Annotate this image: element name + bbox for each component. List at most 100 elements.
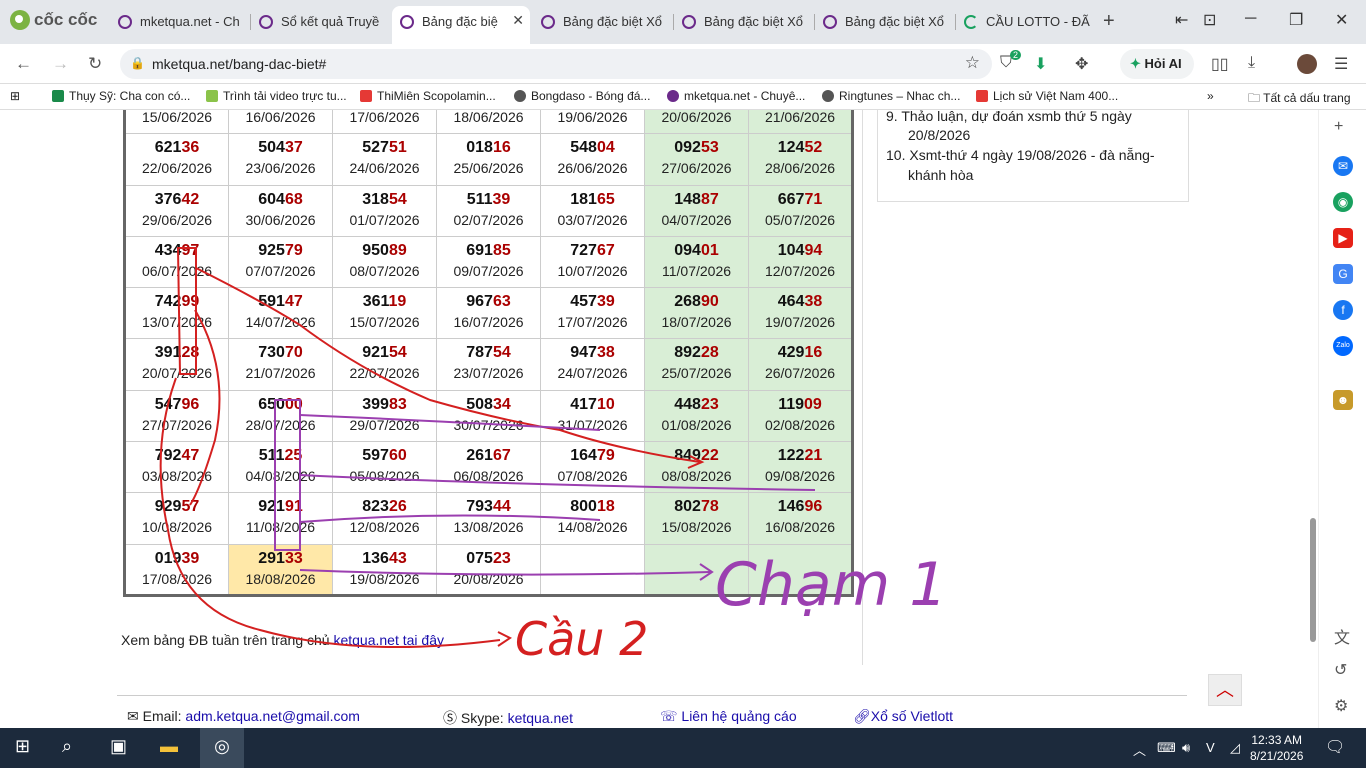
- result-date: 07/07/2026: [245, 262, 316, 279]
- number-head: 793: [466, 498, 493, 516]
- bookmark-6[interactable]: Ringtunes – Nhac ch...: [822, 89, 960, 103]
- homepage-link[interactable]: ketqua.net tại đây: [333, 632, 444, 648]
- footer-email[interactable]: ✉ Email: adm.ketqua.net@gmail.com: [127, 708, 360, 725]
- file-explorer-icon[interactable]: ▬: [160, 736, 178, 757]
- result-number: 26890: [645, 291, 748, 313]
- apps-grid-icon[interactable]: ⊞: [10, 89, 20, 103]
- number-head: 504: [258, 139, 285, 157]
- number-tail: 54: [492, 344, 511, 362]
- ime-icon[interactable]: ⌨: [1157, 740, 1176, 756]
- menu-icon[interactable]: ☰: [1334, 54, 1348, 74]
- tab-6[interactable]: Bảng đặc biệt Xổ: [815, 6, 953, 38]
- game-icon[interactable]: ◉: [1333, 192, 1353, 212]
- list-item-10[interactable]: 10. Xsmt-thứ 4 ngày 19/08/2026 - đà nẵng…: [886, 147, 1155, 163]
- tab-2[interactable]: Sổ kết quả Truyề: [251, 6, 389, 38]
- messenger-icon[interactable]: ✉: [1333, 156, 1353, 176]
- list-item-9[interactable]: 9. Thảo luận, dự đoán xsmb thứ 5 ngày: [886, 110, 1132, 124]
- downloads-icon[interactable]: ⤓: [1248, 54, 1255, 72]
- minimize-icon[interactable]: ─: [1245, 10, 1256, 28]
- scroll-to-top-button[interactable]: ︿: [1208, 674, 1242, 706]
- facebook-icon[interactable]: f: [1333, 300, 1353, 320]
- game-app-icon[interactable]: ☻: [1333, 390, 1353, 410]
- split-view-icon[interactable]: ▯▯: [1211, 54, 1229, 74]
- lock-icon[interactable]: 🔒: [130, 56, 145, 70]
- windows-start-icon[interactable]: ⊞: [15, 736, 30, 757]
- list-item-9-cont[interactable]: 20/8/2026: [908, 127, 970, 143]
- tab-3-active[interactable]: Bảng đặc biệ ✕: [392, 6, 530, 44]
- screenshot-icon[interactable]: ⊡: [1203, 10, 1216, 30]
- result-number: 12452: [749, 137, 851, 159]
- result-date: 24/06/2026: [349, 160, 420, 177]
- bookmark-2[interactable]: Trình tải video trực tu...: [206, 89, 347, 103]
- number-tail: 42: [181, 190, 200, 208]
- back-icon[interactable]: ←: [15, 54, 32, 74]
- tab-4[interactable]: Bảng đặc biệt Xổ: [533, 6, 671, 38]
- windows-taskbar: ⊞ ⌕ ▣ ▬ ◎ ︿ ⌨ 🔊︎ V ◿ 12:33 AM 8/21/2026 🗨…: [0, 728, 1366, 768]
- maximize-icon[interactable]: ❐: [1289, 10, 1303, 30]
- bookmark-5[interactable]: mketqua.net - Chuyê...: [667, 89, 805, 103]
- footer-ads-link[interactable]: ☏ Liên hệ quảng cáo: [660, 708, 797, 725]
- close-window-icon[interactable]: ✕: [1335, 10, 1348, 30]
- coccoc-logo[interactable]: cốc cốc: [10, 10, 97, 30]
- result-number: 73070: [229, 342, 332, 364]
- youtube-icon[interactable]: ▶: [1333, 228, 1353, 248]
- result-number: 39128: [126, 342, 228, 364]
- volume-icon[interactable]: 🔊︎: [1182, 740, 1190, 756]
- bookmark-favicon: [976, 90, 988, 102]
- tab-5[interactable]: Bảng đặc biệt Xổ: [674, 6, 812, 38]
- all-bookmarks[interactable]: 🗀 Tất cả dấu trang: [1248, 89, 1351, 110]
- result-date: 25/06/2026: [453, 160, 524, 177]
- bookmark-star-icon[interactable]: ☆: [965, 53, 980, 73]
- scrollbar[interactable]: [1308, 110, 1318, 728]
- footer-skype[interactable]: Ⓢ Skype: ketqua.net: [443, 708, 573, 728]
- result-number: 14887: [645, 189, 748, 211]
- result-number: 65000: [229, 394, 332, 416]
- result-date: 28/07/2026: [245, 416, 316, 433]
- result-cell: 50437 23/06/2026: [228, 133, 333, 186]
- scrollbar-thumb[interactable]: [1310, 518, 1316, 642]
- number-tail: 43: [388, 549, 407, 567]
- wifi-icon[interactable]: ◿: [1230, 740, 1240, 756]
- bookmark-4[interactable]: Bongdaso - Bóng đá...: [514, 89, 650, 103]
- url-text[interactable]: mketqua.net/bang-dac-biet#: [152, 56, 326, 72]
- number-head: 921: [362, 344, 389, 362]
- coccoc-taskbar-icon[interactable]: ◎: [200, 728, 244, 768]
- number-head: 650: [258, 395, 285, 413]
- language-icon[interactable]: 文: [1334, 624, 1350, 648]
- bookmark-3[interactable]: ThiMiên Scopolamin...: [360, 89, 496, 103]
- close-tab-icon[interactable]: ✕: [512, 12, 524, 29]
- more-bookmarks-icon[interactable]: »: [1207, 89, 1214, 103]
- forward-icon[interactable]: →: [52, 54, 69, 74]
- vietkey-icon[interactable]: V: [1206, 740, 1215, 755]
- bookmark-1[interactable]: Thụy Sỹ: Cha con có...: [52, 89, 190, 103]
- bookmark-7[interactable]: Lịch sử Việt Nam 400...: [976, 89, 1118, 103]
- tab-back-icon[interactable]: ⇤: [1175, 10, 1188, 30]
- profile-avatar[interactable]: [1297, 54, 1317, 74]
- settings-gear-icon[interactable]: ⚙: [1334, 696, 1348, 716]
- result-cell: [748, 543, 853, 596]
- reload-icon[interactable]: ↻: [88, 54, 102, 74]
- notifications-icon[interactable]: 🗨︎: [1325, 737, 1345, 757]
- new-tab-icon[interactable]: +: [1103, 10, 1115, 33]
- ask-ai-button[interactable]: ✦ Hỏi AI: [1120, 49, 1194, 79]
- footer-vietlott-link[interactable]: 🔗︎Xổ số Vietlott: [853, 708, 953, 725]
- result-number: 66771: [749, 189, 851, 211]
- search-icon[interactable]: ⌕: [62, 736, 72, 757]
- clock[interactable]: 12:33 AM 8/21/2026: [1250, 732, 1303, 764]
- tab-7[interactable]: CẦU LOTTO - ĐÃ: [956, 6, 1094, 38]
- download-circle-icon[interactable]: ⬇: [1034, 54, 1047, 74]
- url-bar[interactable]: 🔒 mketqua.net/bang-dac-biet# ☆: [120, 49, 992, 79]
- zalo-icon[interactable]: Zalo: [1333, 336, 1353, 356]
- result-number: 39983: [333, 394, 436, 416]
- tray-chevron-icon[interactable]: ︿: [1133, 740, 1146, 759]
- result-number: 29133: [229, 548, 332, 570]
- translate-icon[interactable]: G: [1333, 264, 1353, 284]
- list-item-10-cont[interactable]: khánh hòa: [908, 167, 973, 183]
- task-view-icon[interactable]: ▣: [110, 736, 127, 757]
- extensions-puzzle-icon[interactable]: ✥: [1075, 54, 1088, 74]
- sparkle-icon: ✦: [1130, 56, 1145, 71]
- add-icon[interactable]: +: [1334, 118, 1343, 136]
- result-cell: 07523 20/08/2026: [436, 543, 541, 596]
- tab-1[interactable]: mketqua.net - Ch: [110, 6, 248, 38]
- history-icon[interactable]: ↺: [1334, 660, 1347, 680]
